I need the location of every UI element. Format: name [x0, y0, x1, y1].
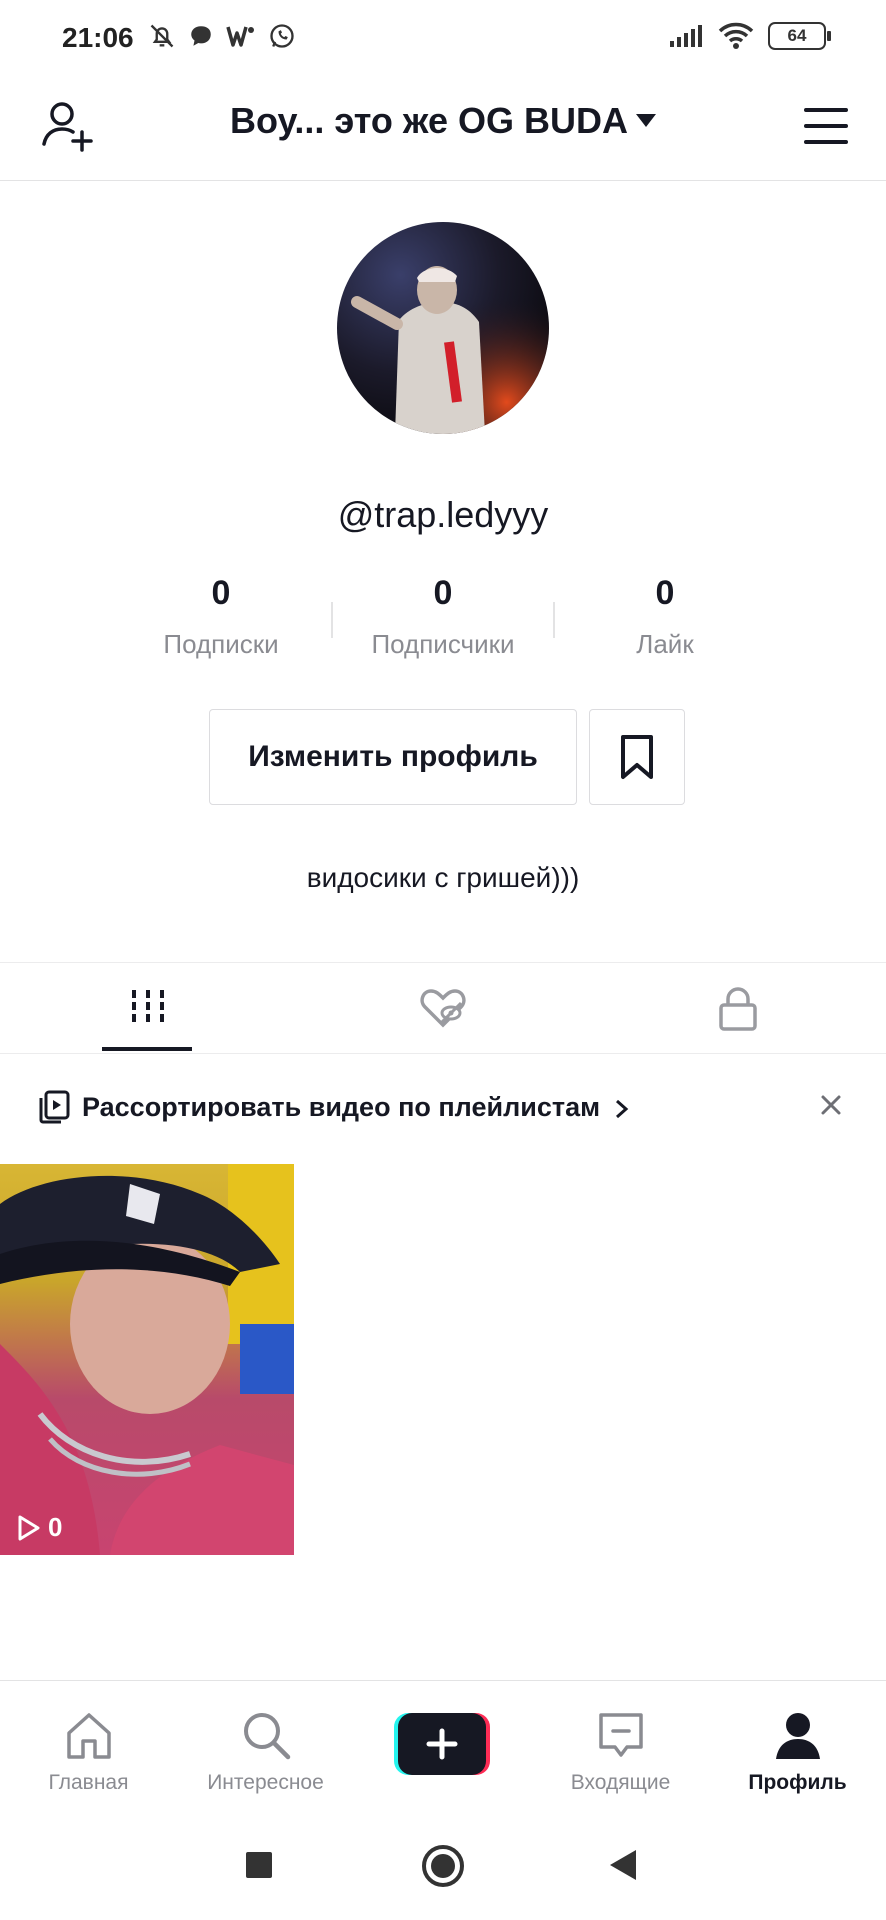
nav-profile-label: Профиль	[748, 1771, 847, 1794]
active-tab-indicator	[102, 1047, 192, 1051]
plus-icon	[394, 1713, 490, 1775]
status-system-icons: 64	[668, 22, 831, 50]
stat-label: Лайк	[636, 629, 694, 659]
video-view-count: 0	[16, 1512, 62, 1543]
profile-header: Воу... это же OG BUDA	[0, 80, 886, 181]
wifi-icon	[718, 22, 754, 49]
bookmarks-button[interactable]	[589, 709, 685, 805]
profile-bio: видосики с гришей)))	[306, 862, 580, 893]
whatsapp-icon	[270, 24, 294, 48]
playlist-icon	[38, 1090, 70, 1129]
video-thumbnail[interactable]	[0, 1164, 294, 1555]
stat-label: Подписчики	[371, 629, 515, 659]
nav-home[interactable]: Главная	[0, 1681, 177, 1813]
home-icon	[66, 1713, 111, 1759]
nav-home-label: Главная	[48, 1771, 129, 1794]
profile-icon	[775, 1713, 820, 1759]
bottom-navigation: Главная Интересное Входящие Профиль	[0, 1680, 886, 1813]
edit-profile-button[interactable]: Изменить профиль	[209, 709, 577, 805]
stat-value: 0	[211, 574, 231, 612]
content-tabs	[0, 962, 886, 1054]
playlist-banner-label: Рассортировать видео по плейлистам	[82, 1092, 601, 1122]
close-icon[interactable]	[818, 1092, 844, 1123]
avatar[interactable]	[337, 222, 549, 434]
search-icon	[243, 1713, 290, 1760]
tab-videos[interactable]	[0, 963, 295, 1053]
nav-inbox[interactable]: Входящие	[532, 1681, 709, 1813]
battery-icon: 64	[768, 22, 831, 50]
status-notifications	[148, 22, 296, 50]
w-app-icon	[226, 26, 254, 47]
inbox-icon	[598, 1713, 643, 1757]
stat-following[interactable]: 0 Подписки	[110, 574, 332, 660]
stat-value: 0	[655, 574, 675, 612]
create-button[interactable]	[394, 1713, 490, 1775]
menu-icon[interactable]	[802, 104, 850, 153]
status-bar: 21:06 64	[0, 0, 886, 80]
stat-likes[interactable]: 0 Лайк	[554, 574, 776, 660]
views-value: 0	[48, 1512, 63, 1542]
square-icon	[246, 1852, 272, 1878]
username: @trap.ledyyy	[337, 494, 549, 535]
nav-discover-label: Интересное	[207, 1771, 324, 1794]
home-system-button[interactable]	[421, 1844, 465, 1893]
status-time: 21:06	[62, 22, 134, 53]
account-switcher[interactable]: Воу... это же OG BUDA	[0, 100, 886, 142]
nav-inbox-label: Входящие	[570, 1771, 671, 1794]
stat-value: 0	[433, 574, 453, 612]
triangle-back-icon	[610, 1850, 636, 1880]
bell-off-icon	[150, 24, 174, 48]
tab-private[interactable]	[590, 963, 885, 1053]
grid-icon	[131, 990, 164, 1026]
android-navigation-bar	[0, 1812, 886, 1920]
chevron-right-icon	[615, 1099, 628, 1118]
stat-label: Подписки	[163, 629, 279, 659]
nav-discover[interactable]: Интересное	[177, 1681, 354, 1813]
circle-icon	[422, 1845, 464, 1887]
stat-followers[interactable]: 0 Подписчики	[332, 574, 554, 660]
signal-icon	[670, 25, 702, 47]
liked-hidden-icon	[419, 989, 466, 1028]
playlist-banner[interactable]: Рассортировать видео по плейлистам	[0, 1054, 886, 1158]
nav-profile[interactable]: Профиль	[709, 1681, 886, 1813]
back-button[interactable]	[608, 1848, 638, 1887]
recent-apps-button[interactable]	[246, 1852, 272, 1883]
play-icon	[18, 1515, 40, 1540]
chevron-down-icon	[636, 113, 656, 127]
lock-icon	[718, 987, 757, 1031]
account-name: Воу... это же OG BUDA	[229, 100, 628, 141]
bookmark-icon	[621, 735, 653, 779]
tab-liked[interactable]	[295, 963, 590, 1053]
message-bubble-icon	[191, 26, 211, 46]
playlist-banner-text: Рассортировать видео по плейлистам	[82, 1092, 630, 1123]
